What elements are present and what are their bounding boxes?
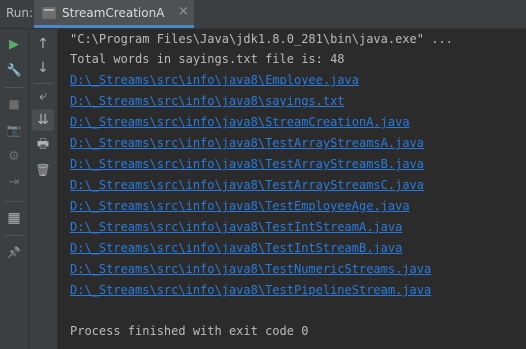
divider	[5, 201, 23, 202]
rerun-button[interactable]: ▶	[3, 33, 25, 55]
file-link[interactable]: D:\_Streams\src\info\java8\sayings.txt	[70, 91, 345, 111]
wrench-icon: 🔧	[6, 63, 22, 77]
layout-button[interactable]: ▦	[3, 207, 25, 229]
up-stack-button[interactable]: ↑	[32, 33, 54, 55]
trash-icon: 🗑	[35, 163, 51, 177]
left-toolbar: ▶ 🔧 ■ 📷 ⚙ ⇥ ▦ 📌	[0, 29, 29, 349]
console-output[interactable]: "C:\Program Files\Java\jdk1.8.0_281\bin\…	[58, 29, 526, 349]
stop-button[interactable]: ■	[3, 93, 25, 115]
file-link[interactable]: D:\_Streams\src\info\java8\TestEmployeeA…	[70, 196, 410, 216]
run-label: Run:	[6, 6, 34, 20]
up-arrow-icon: ↑	[37, 36, 49, 52]
screenshot-button[interactable]: 📷	[3, 119, 25, 141]
restore-layout-icon: ⚙	[8, 148, 20, 164]
file-link[interactable]: D:\_Streams\src\info\java8\TestPipelineS…	[70, 280, 431, 300]
tab-streamcreationa[interactable]: StreamCreationA ×	[34, 0, 194, 28]
down-stack-button[interactable]: ↓	[32, 57, 54, 79]
soft-wrap-icon: ⤶	[39, 88, 47, 104]
file-link[interactable]: D:\_Streams\src\info\java8\TestIntStream…	[70, 238, 402, 258]
print-icon: 🖶	[36, 137, 50, 152]
stop-icon: ■	[8, 97, 20, 111]
exit-message: Process finished with exit code 0	[70, 324, 309, 338]
file-link[interactable]: D:\_Streams\src\info\java8\StreamCreatio…	[70, 112, 410, 132]
camera-icon: 📷	[6, 123, 22, 137]
file-link[interactable]: D:\_Streams\src\info\java8\TestArrayStre…	[70, 154, 424, 174]
edit-config-button[interactable]: 🔧	[3, 59, 25, 81]
file-link[interactable]: D:\_Streams\src\info\java8\TestArrayStre…	[70, 133, 424, 153]
file-link[interactable]: D:\_Streams\src\info\java8\TestIntStream…	[70, 217, 402, 237]
run-config-icon	[42, 7, 56, 19]
output-line: Total words in sayings.txt file is: 48	[70, 52, 345, 66]
divider	[5, 235, 23, 236]
clear-all-button[interactable]: 🗑	[32, 159, 54, 181]
close-icon[interactable]: ×	[178, 4, 189, 19]
console-toolbar: ↑ ↓ ⤶ ⇊ 🖶 🗑	[29, 29, 58, 349]
down-arrow-icon: ↓	[37, 60, 49, 76]
pin-icon: 📌	[7, 245, 21, 259]
divider	[34, 83, 52, 84]
exit-icon: ⇥	[8, 174, 20, 190]
run-toolwindow-header: Run: StreamCreationA ×	[0, 0, 526, 29]
exit-button[interactable]: ⇥	[3, 171, 25, 193]
scroll-to-end-button[interactable]: ⇊	[32, 109, 54, 131]
pin-tab-button[interactable]: 📌	[3, 241, 25, 263]
scroll-to-end-icon: ⇊	[37, 112, 49, 128]
rerun-icon: ▶	[9, 36, 19, 52]
file-link[interactable]: D:\_Streams\src\info\java8\TestArrayStre…	[70, 175, 424, 195]
restore-layout-button[interactable]: ⚙	[3, 145, 25, 167]
layout-icon: ▦	[7, 210, 21, 226]
file-link[interactable]: D:\_Streams\src\info\java8\Employee.java	[70, 70, 359, 90]
soft-wrap-button[interactable]: ⤶	[32, 85, 54, 107]
tab-label: StreamCreationA	[62, 6, 165, 20]
command-line: "C:\Program Files\Java\jdk1.8.0_281\bin\…	[70, 32, 453, 46]
file-link[interactable]: D:\_Streams\src\info\java8\TestNumericSt…	[70, 259, 431, 279]
divider	[5, 87, 23, 88]
print-button[interactable]: 🖶	[32, 135, 54, 157]
